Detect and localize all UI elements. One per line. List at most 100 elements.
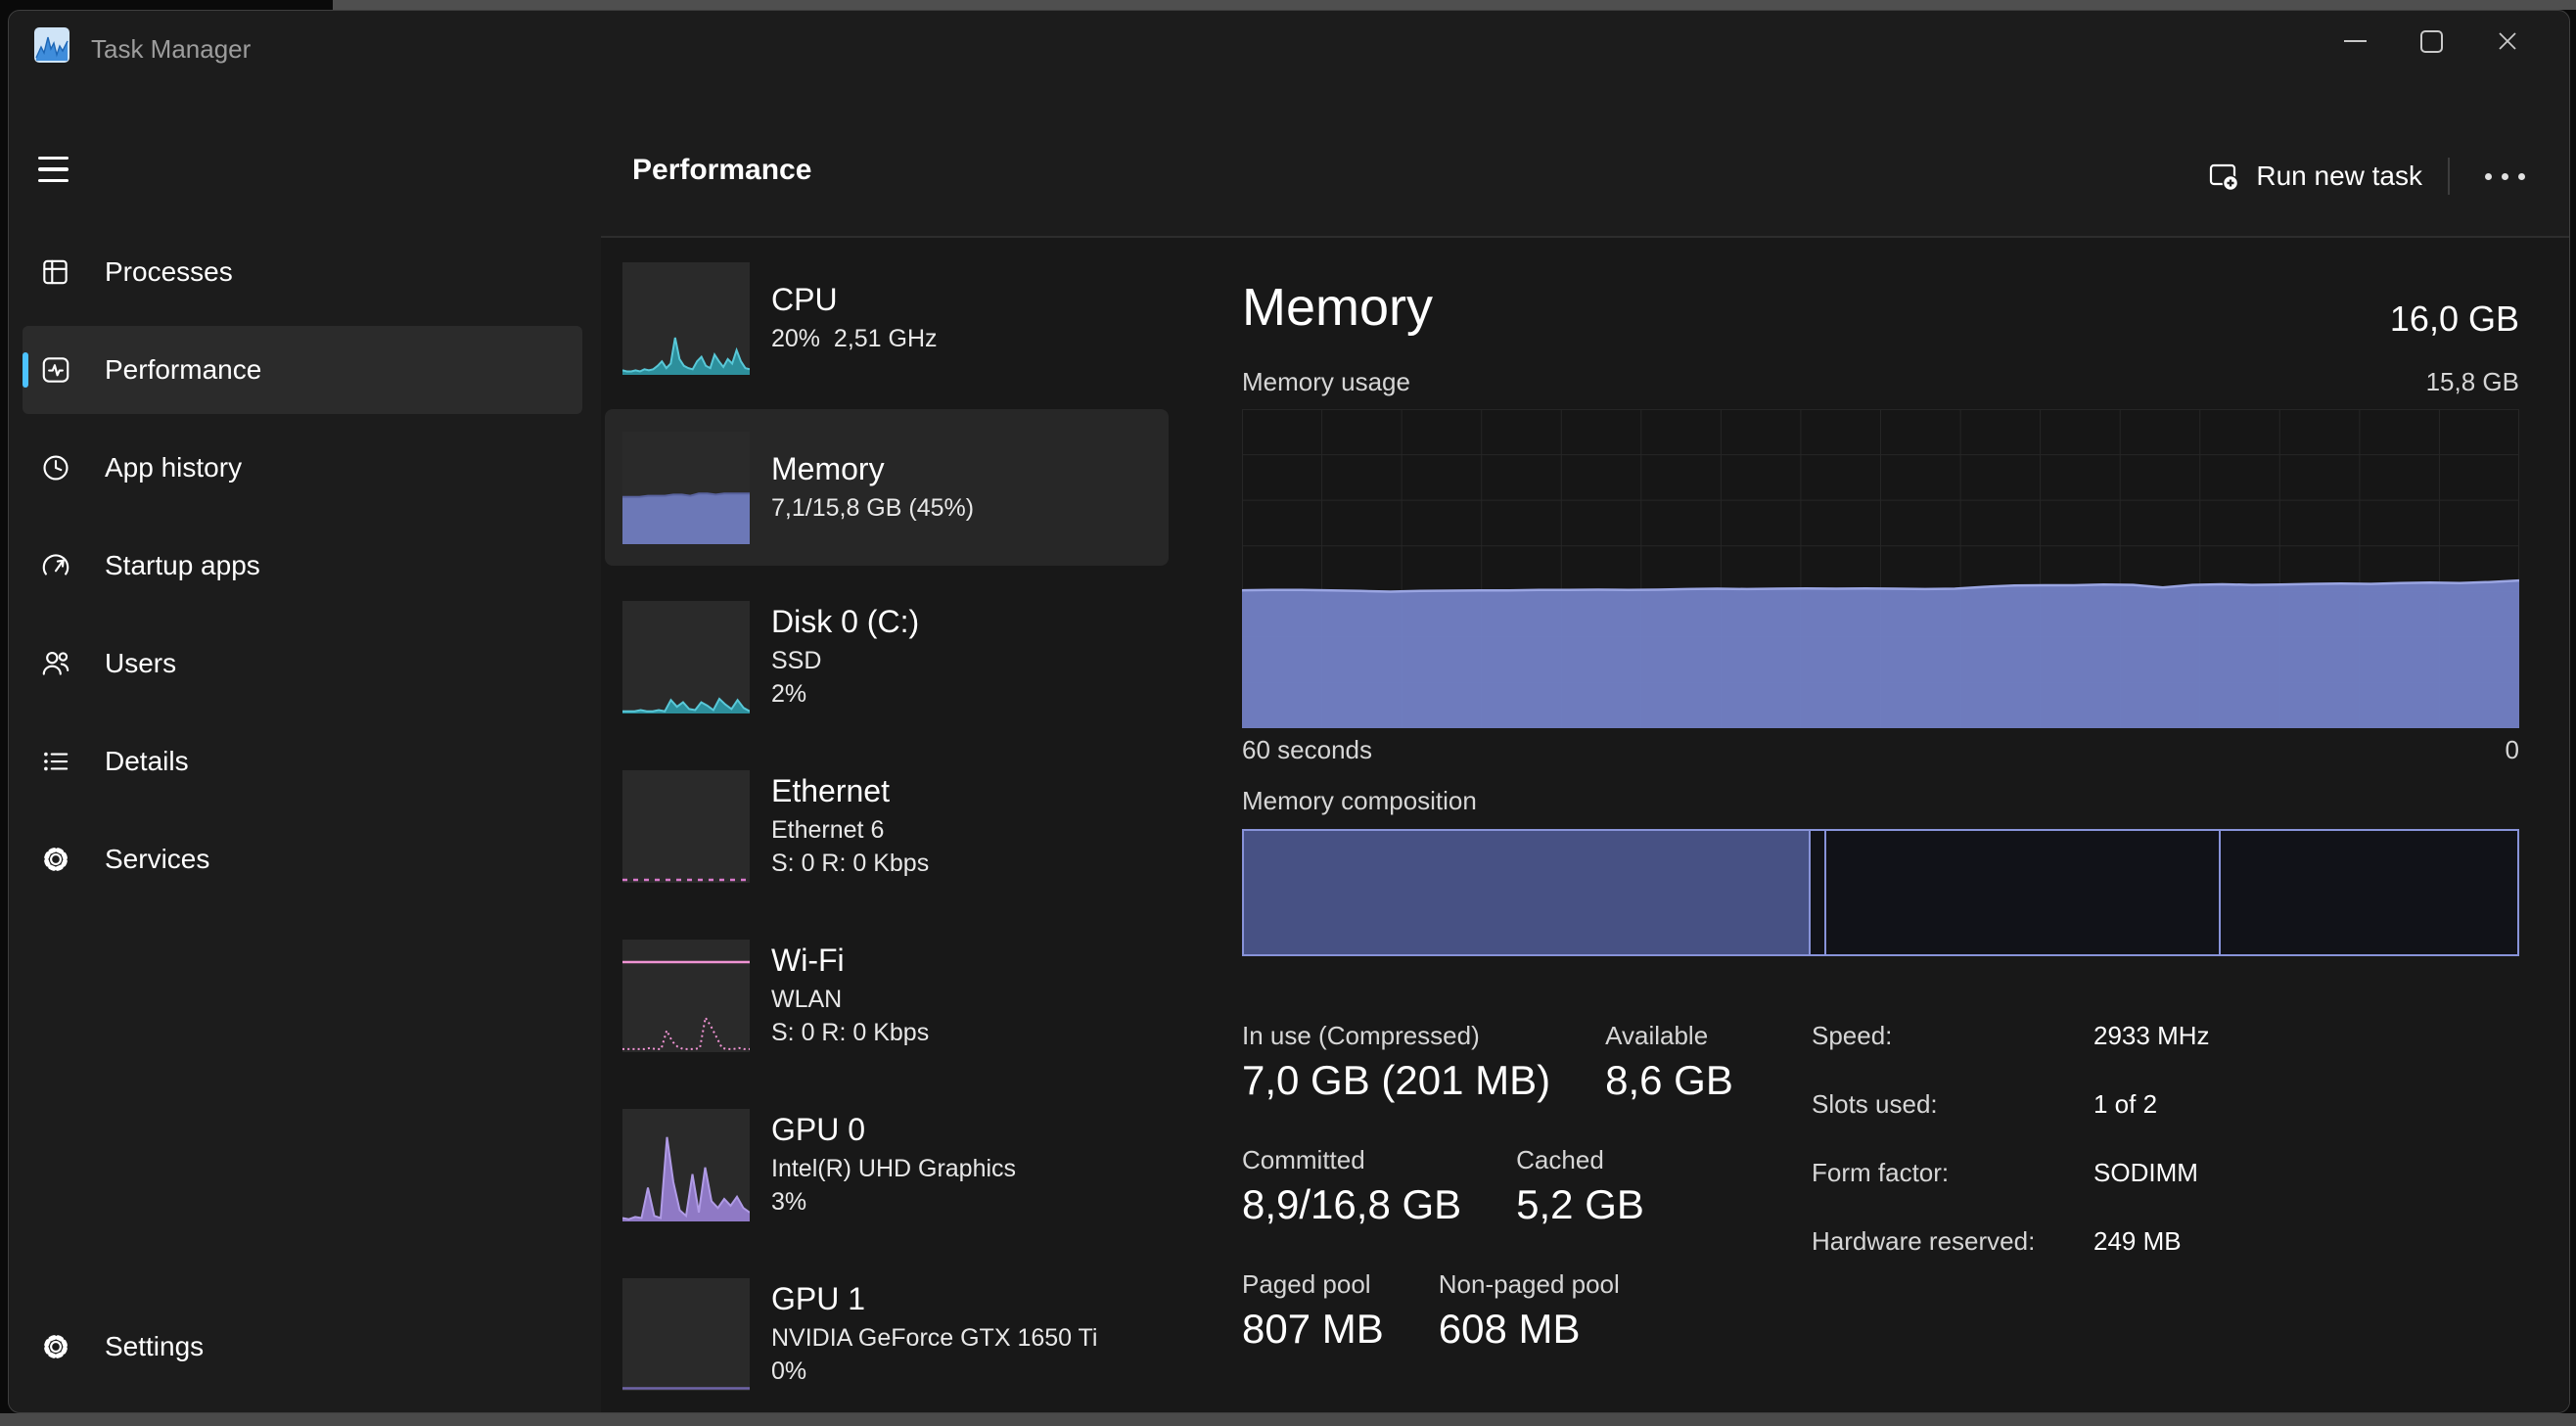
card-subtitle: SSD xyxy=(771,644,919,677)
sidebar-item-services[interactable]: Services xyxy=(23,815,582,903)
performance-card-list: CPU 20% 2,51 GHz Memory 7,1/15,8 GB (45%) Di… xyxy=(601,238,1227,1412)
maximize-icon xyxy=(2420,30,2443,53)
app-icon xyxy=(34,27,69,63)
run-new-task-icon xyxy=(2207,160,2240,193)
users-icon xyxy=(38,646,73,681)
sidebar-item-app-history[interactable]: App history xyxy=(23,424,582,512)
maximize-button[interactable] xyxy=(2393,11,2469,71)
sidebar-item-details[interactable]: Details xyxy=(23,717,582,805)
background-strip-top xyxy=(333,0,2576,10)
sidebar-item-performance[interactable]: Performance xyxy=(23,326,582,414)
sidebar-item-label: Users xyxy=(105,648,176,679)
sidebar: Processes Performance App history Startup a… xyxy=(9,89,601,1412)
sidebar-item-processes[interactable]: Processes xyxy=(23,228,582,316)
hardware-value: 2933 MHz xyxy=(2093,1021,2210,1050)
background-strip-bottom xyxy=(0,1413,2576,1426)
performance-card-gpu-1[interactable]: GPU 1 NVIDIA GeForce GTX 1650 Ti0% xyxy=(605,1256,1169,1412)
page-title: Performance xyxy=(632,154,811,187)
close-icon xyxy=(2496,29,2519,53)
stat-label: Paged pool xyxy=(1242,1269,1384,1299)
stat-cell: Available8,6 GB xyxy=(1605,1021,1733,1105)
performance-card-ethernet[interactable]: EthernetEthernet 6S: 0 R: 0 Kbps xyxy=(605,748,1169,904)
sidebar-item-label: App history xyxy=(105,452,242,483)
card-subtitle: 2% xyxy=(771,677,919,711)
stat-label: Committed xyxy=(1242,1145,1461,1174)
stat-value: 608 MB xyxy=(1439,1305,1620,1354)
content-area: Performance Run new task CPU 20% 2,51 GHz… xyxy=(601,89,2569,1412)
memory-composition-bar xyxy=(1242,829,2519,956)
sidebar-item-label: Details xyxy=(105,746,189,777)
sidebar-item-label: Settings xyxy=(105,1331,204,1362)
processes-icon xyxy=(38,254,73,290)
sidebar-item-label: Performance xyxy=(105,354,261,386)
services-icon xyxy=(38,842,73,877)
card-subtitle: 20% 2,51 GHz xyxy=(771,322,938,355)
detail-title: Memory xyxy=(1242,277,1433,338)
title-bar: Task Manager xyxy=(9,11,2569,89)
stat-cell: Committed8,9/16,8 GB xyxy=(1242,1145,1461,1229)
stat-cell: Cached5,2 GB xyxy=(1516,1145,1644,1229)
performance-card-disk-0-c[interactable]: Disk 0 (C:) SSD2% xyxy=(605,578,1169,735)
performance-card-cpu[interactable]: CPU 20% 2,51 GHz xyxy=(605,240,1169,396)
card-subtitle: NVIDIA GeForce GTX 1650 Ti xyxy=(771,1321,1097,1355)
memory-composition-label: Memory composition xyxy=(1242,786,1477,816)
card-subtitle: S: 0 R: 0 Kbps xyxy=(771,1016,929,1049)
memory-stats: In use (Compressed)7,0 GB (201 MB) Availa… xyxy=(1242,1021,1733,1394)
more-options-button[interactable] xyxy=(2456,148,2553,205)
hardware-label: Form factor: xyxy=(1812,1158,2093,1187)
hardware-label: Slots used: xyxy=(1812,1089,2093,1119)
hardware-row: Slots used:1 of 2 xyxy=(1812,1089,2210,1119)
stat-value: 8,6 GB xyxy=(1605,1056,1733,1105)
minimize-button[interactable] xyxy=(2317,11,2393,71)
run-new-task-label: Run new task xyxy=(2256,161,2422,192)
performance-card-gpu-0[interactable]: GPU 0Intel(R) UHD Graphics3% xyxy=(605,1086,1169,1243)
card-subtitle: Ethernet 6 xyxy=(771,813,929,847)
composition-segment-modified xyxy=(1811,831,1826,954)
card-title: Disk 0 (C:) xyxy=(771,604,919,640)
card-subtitle: 0% xyxy=(771,1355,1097,1388)
sidebar-item-label: Services xyxy=(105,844,209,875)
stat-value: 807 MB xyxy=(1242,1305,1384,1354)
composition-segment-in-use xyxy=(1244,831,1811,954)
memory-usage-max: 15,8 GB xyxy=(2426,367,2519,397)
stat-cell: Paged pool 807 MB xyxy=(1242,1269,1384,1354)
hardware-value: 1 of 2 xyxy=(2093,1089,2157,1119)
hardware-row: Hardware reserved:249 MB xyxy=(1812,1226,2210,1256)
performance-card-wi-fi[interactable]: Wi-FiWLANS: 0 R: 0 Kbps xyxy=(605,917,1169,1074)
card-title: Ethernet xyxy=(771,773,929,809)
mini-graph xyxy=(622,432,750,544)
hardware-value: SODIMM xyxy=(2093,1158,2198,1187)
composition-segment-free xyxy=(2221,831,2517,954)
sidebar-item-startup-apps[interactable]: Startup apps xyxy=(23,522,582,610)
stat-row: Paged pool 807 MB Non-paged pool608 MB xyxy=(1242,1269,1733,1354)
card-title: Memory xyxy=(771,451,974,487)
sidebar-item-settings[interactable]: Settings xyxy=(23,1303,582,1391)
app-title: Task Manager xyxy=(91,34,251,65)
memory-usage-label: Memory usage xyxy=(1242,367,1410,397)
window-controls xyxy=(2317,11,2546,71)
stat-cell: Non-paged pool608 MB xyxy=(1439,1269,1620,1354)
mini-graph xyxy=(622,1278,750,1391)
sidebar-nav: Processes Performance App history Startup a… xyxy=(9,228,601,913)
performance-icon xyxy=(38,352,73,388)
mini-graph xyxy=(622,262,750,375)
mini-graph xyxy=(622,940,750,1052)
card-subtitle: 7,1/15,8 GB (45%) xyxy=(771,491,974,525)
card-title: GPU 0 xyxy=(771,1112,1016,1148)
stat-row: Committed8,9/16,8 GB Cached5,2 GB xyxy=(1242,1145,1733,1229)
settings-icon xyxy=(38,1329,73,1364)
card-title: CPU xyxy=(771,282,938,318)
performance-card-memory[interactable]: Memory 7,1/15,8 GB (45%) xyxy=(605,409,1169,566)
menu-icon xyxy=(38,157,69,160)
stat-label: Cached xyxy=(1516,1145,1644,1174)
sidebar-item-users[interactable]: Users xyxy=(23,620,582,708)
startup-apps-icon xyxy=(38,548,73,583)
menu-button[interactable] xyxy=(38,144,89,195)
stat-cell: In use (Compressed)7,0 GB (201 MB) xyxy=(1242,1021,1550,1105)
mini-graph xyxy=(622,770,750,883)
memory-total-value: 16,0 GB xyxy=(2390,299,2519,340)
close-button[interactable] xyxy=(2469,11,2546,71)
run-new-task-button[interactable]: Run new task xyxy=(2189,148,2440,205)
hardware-label: Speed: xyxy=(1812,1021,2093,1050)
card-title: GPU 1 xyxy=(771,1281,1097,1317)
